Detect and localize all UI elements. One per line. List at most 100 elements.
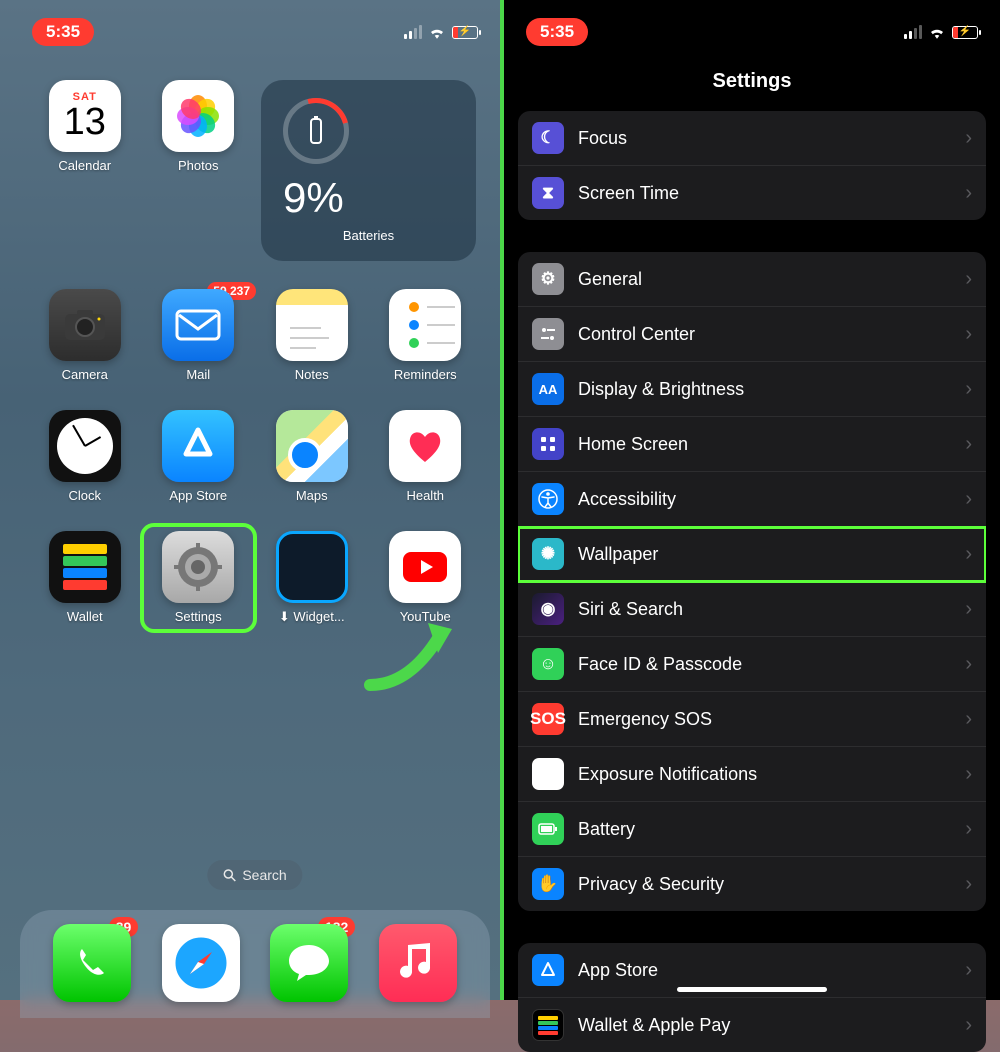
battery-widget[interactable]: 9% Batteries — [261, 80, 476, 261]
settings-row-battery[interactable]: Battery› — [518, 802, 986, 857]
time-indicator[interactable]: 5:35 — [32, 18, 94, 46]
app-label: Calendar — [58, 158, 111, 173]
app-label: Reminders — [394, 367, 457, 382]
grid-icon — [532, 428, 564, 460]
chevron-right-icon: › — [965, 653, 972, 676]
sos-icon: SOS — [532, 703, 564, 735]
home-indicator[interactable] — [677, 987, 827, 992]
chevron-right-icon: › — [965, 488, 972, 511]
dock-music[interactable] — [379, 924, 457, 1002]
spotlight-search[interactable]: Search — [207, 860, 302, 890]
settings-row-screentime[interactable]: ⧗ Screen Time› — [518, 166, 986, 220]
settings-icon — [162, 531, 234, 603]
settings-row-faceid[interactable]: ☺ Face ID & Passcode› — [518, 637, 986, 692]
calendar-icon: SAT 13 — [49, 80, 121, 152]
widget-label: Batteries — [343, 228, 394, 243]
settings-row-accessibility[interactable]: Accessibility› — [518, 472, 986, 527]
dock-messages[interactable]: 182 — [270, 924, 348, 1002]
chevron-right-icon: › — [965, 818, 972, 841]
cellular-icon — [404, 25, 422, 39]
exposure-icon: ✹ — [532, 758, 564, 790]
youtube-icon — [389, 531, 461, 603]
settings-row-homescreen[interactable]: Home Screen› — [518, 417, 986, 472]
app-camera[interactable]: Camera — [34, 289, 136, 382]
page-title: Settings — [504, 56, 1000, 111]
wifi-icon — [928, 25, 946, 39]
app-calendar[interactable]: SAT 13 Calendar — [34, 80, 136, 261]
textsize-icon: AA — [532, 373, 564, 405]
app-widgetsmith[interactable]: ⬇︎ Widget... — [261, 531, 363, 625]
chevron-right-icon: › — [965, 959, 972, 982]
settings-group-1: ☾ Focus› ⧗ Screen Time› — [518, 111, 986, 220]
health-icon — [389, 410, 461, 482]
chevron-right-icon: › — [965, 433, 972, 456]
app-health[interactable]: Health — [375, 410, 477, 503]
switches-icon — [532, 318, 564, 350]
app-label: App Store — [169, 488, 227, 503]
settings-row-general[interactable]: ⚙ General› — [518, 252, 986, 307]
settings-row-control[interactable]: Control Center› — [518, 307, 986, 362]
chevron-right-icon: › — [965, 763, 972, 786]
app-label: Maps — [296, 488, 328, 503]
app-appstore[interactable]: App Store — [148, 410, 250, 503]
settings-row-wallpaper[interactable]: ✺ Wallpaper› — [518, 527, 986, 582]
accessibility-icon — [532, 483, 564, 515]
settings-row-sos[interactable]: SOS Emergency SOS› — [518, 692, 986, 747]
appstore-icon — [162, 410, 234, 482]
dock: 89 182 — [20, 910, 490, 1018]
app-mail[interactable]: 59,237 Mail — [148, 289, 250, 382]
tutorial-arrow-icon — [360, 605, 470, 695]
app-clock[interactable]: Clock — [34, 410, 136, 503]
hand-icon: ✋ — [532, 868, 564, 900]
home-screen: 5:35 ⚡ SAT 13 Calendar — [0, 0, 500, 1000]
chevron-right-icon: › — [965, 127, 972, 150]
mail-icon — [162, 289, 234, 361]
gear-icon: ⚙ — [532, 263, 564, 295]
appstore-icon — [532, 954, 564, 986]
chevron-right-icon: › — [965, 182, 972, 205]
settings-row-walletpay[interactable]: Wallet & Apple Pay› — [518, 998, 986, 1052]
app-reminders[interactable]: Reminders — [375, 289, 477, 382]
app-wallet[interactable]: Wallet — [34, 531, 136, 625]
status-icons: ⚡ — [404, 25, 478, 39]
wallet-icon — [532, 1009, 564, 1041]
settings-row-display[interactable]: AA Display & Brightness› — [518, 362, 986, 417]
time-indicator[interactable]: 5:35 — [526, 18, 588, 46]
app-label: Wallet — [67, 609, 103, 624]
app-grid: SAT 13 Calendar Photos — [10, 56, 500, 625]
chevron-right-icon: › — [965, 268, 972, 291]
app-label: Notes — [295, 367, 329, 382]
battery-icon: ⚡ — [452, 26, 478, 39]
maps-icon — [276, 410, 348, 482]
battery-percent: 9% — [283, 174, 454, 222]
settings-row-privacy[interactable]: ✋ Privacy & Security› — [518, 857, 986, 911]
wallpaper-icon: ✺ — [532, 538, 564, 570]
battery-icon: ⚡ — [952, 26, 978, 39]
cellular-icon — [904, 25, 922, 39]
search-icon — [223, 869, 236, 882]
app-label: Camera — [62, 367, 108, 382]
settings-row-exposure[interactable]: ✹ Exposure Notifications› — [518, 747, 986, 802]
app-label: Health — [406, 488, 444, 503]
chevron-right-icon: › — [965, 708, 972, 731]
app-notes[interactable]: Notes — [261, 289, 363, 382]
dock-phone[interactable]: 89 — [53, 924, 131, 1002]
app-maps[interactable]: Maps — [261, 410, 363, 503]
app-label: Settings — [175, 609, 222, 624]
status-bar: 5:35 ⚡ — [10, 0, 500, 56]
wifi-icon — [428, 25, 446, 39]
search-label: Search — [242, 867, 286, 883]
music-icon — [379, 924, 457, 1002]
wallet-icon — [49, 531, 121, 603]
app-photos[interactable]: Photos — [148, 80, 250, 261]
settings-row-siri[interactable]: ◉ Siri & Search› — [518, 582, 986, 637]
settings-row-focus[interactable]: ☾ Focus› — [518, 111, 986, 166]
chevron-right-icon: › — [965, 873, 972, 896]
dock-safari[interactable] — [162, 924, 240, 1002]
app-settings[interactable]: Settings — [140, 523, 258, 633]
widget-icon — [276, 531, 348, 603]
settings-group-3: App Store› Wallet & Apple Pay› — [518, 943, 986, 1052]
chevron-right-icon: › — [965, 323, 972, 346]
battery-icon — [532, 813, 564, 845]
app-label: ⬇︎ Widget... — [279, 609, 345, 625]
